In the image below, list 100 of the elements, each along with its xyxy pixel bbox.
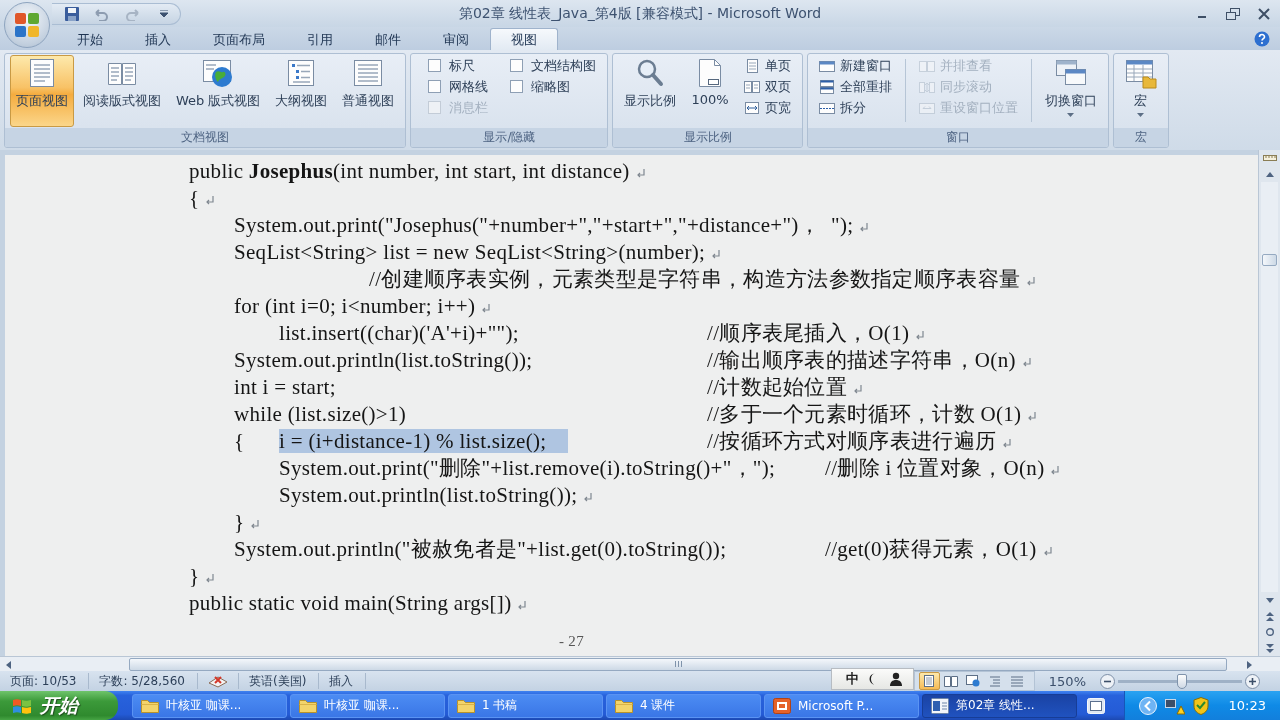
taskbar-item[interactable]: 1 书稿 <box>448 693 603 718</box>
down-arrow-icon[interactable] <box>1265 597 1274 603</box>
document-icon <box>931 697 949 714</box>
zoom-in-icon[interactable] <box>1245 673 1260 689</box>
person-icon[interactable] <box>888 672 903 686</box>
right-arrow-icon[interactable] <box>1247 661 1252 669</box>
group-label: 宏 <box>1113 128 1168 147</box>
book-x-icon[interactable] <box>208 674 228 688</box>
outline-icon <box>988 675 1003 687</box>
taskbar-item[interactable]: 叶核亚 咖课... <box>290 693 445 718</box>
taskbar-item[interactable]: 叶核亚 咖课... <box>132 693 287 718</box>
ribbon-button[interactable]: 单页 <box>739 55 795 76</box>
scroll-thumb[interactable] <box>129 657 1227 671</box>
ribbon-button[interactable]: 新建窗口 <box>814 55 896 76</box>
ribbon-tab[interactable]: 开始 <box>56 28 124 50</box>
paragraph-mark-icon <box>1027 412 1037 422</box>
code-text: System.out.print("Josephus("+number+","+start+","+distance+")， "); <box>234 213 854 237</box>
page-count[interactable]: 页面: 10/53 <box>0 673 90 689</box>
ribbon-button[interactable]: 切换窗口 <box>1038 55 1103 127</box>
folder-icon <box>299 698 317 713</box>
code-text: list.insert((char)('A'+i)+""); <box>279 321 519 345</box>
help-icon[interactable] <box>1254 30 1270 47</box>
double-up-arrow-icon[interactable] <box>1265 611 1274 621</box>
globe-page-icon <box>966 675 981 687</box>
code-text: SeqList<String> list = new SeqList<String>(number); <box>234 240 706 264</box>
paragraph-mark-icon <box>481 304 491 314</box>
ribbon-tab[interactable]: 视图 <box>490 28 558 50</box>
code-comment: //按循环方式对顺序表进行遍历 <box>707 429 997 453</box>
code-comment: //get(0)获得元素，O(1) <box>825 537 1037 561</box>
ribbon-tab[interactable]: 审阅 <box>422 28 490 50</box>
left-arrow-icon[interactable] <box>6 661 11 669</box>
folder-icon <box>457 698 475 713</box>
paragraph-mark-icon <box>859 223 869 233</box>
paragraph-mark-icon <box>517 601 527 611</box>
code-text: i = (i+distance-1) % list.size(); <box>279 429 569 453</box>
window-icon[interactable] <box>1087 697 1105 714</box>
ribbon-button[interactable]: 宏 <box>1118 55 1163 127</box>
scroll-thumb[interactable] <box>1262 254 1277 266</box>
save-icon[interactable] <box>64 5 80 22</box>
folder-icon <box>615 698 633 713</box>
zoom-out-icon[interactable] <box>1100 673 1115 689</box>
code-text: int i = start; <box>234 375 336 399</box>
close-icon[interactable] <box>1258 7 1270 20</box>
slides-icon <box>773 697 791 714</box>
word-count[interactable]: 字数: 5/28,560 <box>89 673 198 689</box>
table-folder-icon <box>1124 57 1157 89</box>
taskbar-item[interactable]: Microsoft P... <box>764 693 919 718</box>
insert-mode-indicator[interactable]: 插入 <box>319 673 367 689</box>
window-title: 第02章 线性表_Java_第4版 [兼容模式] - Microsoft Word <box>458 4 822 23</box>
code-text: public static void main(String args[]) <box>189 591 512 615</box>
page-width-icon <box>743 99 760 116</box>
view-button[interactable] <box>918 672 940 690</box>
ime-mode-button[interactable]: 中 <box>845 670 859 688</box>
paragraph-mark-icon <box>250 520 260 530</box>
ribbon-button[interactable]: 100% <box>685 55 735 127</box>
clock: 10:23 <box>1228 698 1266 713</box>
stacked-windows-icon <box>818 78 835 95</box>
start-button[interactable]: 开始 <box>0 691 118 720</box>
paragraph-mark-icon <box>1002 439 1012 449</box>
group-label: 文档视图 <box>5 128 406 147</box>
up-arrow-icon[interactable] <box>1265 171 1274 177</box>
ribbon-button[interactable]: Web 版式视图 <box>170 55 267 127</box>
grip-icon <box>674 661 682 667</box>
slider-thumb[interactable] <box>1177 673 1188 689</box>
ribbon-button[interactable]: 阅读版式视图 <box>77 55 167 127</box>
ruler-icon[interactable] <box>1262 153 1277 163</box>
ribbon-tab[interactable]: 插入 <box>124 28 192 50</box>
code-comment: //删除 i 位置对象，O(n) <box>825 456 1045 480</box>
restore-icon[interactable] <box>1226 7 1240 20</box>
page-number: - 27 <box>559 633 584 650</box>
ribbon-button[interactable]: 大纲视图 <box>269 55 334 127</box>
ribbon-button[interactable]: 显示比例 <box>618 55 683 127</box>
ribbon-button[interactable]: 拆分 <box>814 97 896 118</box>
language-indicator[interactable]: 英语(美国) <box>239 673 320 689</box>
caret-icon[interactable] <box>160 10 168 17</box>
ribbon-button[interactable]: 全部重排 <box>814 76 896 97</box>
ribbon-button[interactable]: 页宽 <box>739 97 795 118</box>
zoom-level[interactable]: 150% <box>1034 673 1100 689</box>
code-text: public Josephus(int number, int start, int distance) <box>189 159 630 183</box>
code-text: } <box>234 510 245 534</box>
paragraph-mark-icon <box>711 250 721 260</box>
paragraph-mark-icon <box>1026 277 1036 287</box>
chevron-icon[interactable] <box>1138 696 1157 715</box>
code-comment: //创建顺序表实例，元素类型是字符串，构造方法参数指定顺序表容量 <box>369 267 1021 291</box>
ribbon-tab[interactable]: 邮件 <box>354 28 422 50</box>
folder-icon <box>141 698 159 713</box>
circle-icon[interactable] <box>1265 628 1274 636</box>
double-down-arrow-icon[interactable] <box>1265 643 1274 653</box>
taskbar-item[interactable]: 4 课件 <box>606 693 761 718</box>
paragraph-mark-icon <box>205 574 215 584</box>
paragraph-mark-icon <box>583 493 593 503</box>
group-label: 显示比例 <box>613 128 802 147</box>
code-text: } <box>189 564 200 588</box>
ribbon-button[interactable]: 普通视图 <box>336 55 401 127</box>
ribbon-tab[interactable]: 引用 <box>286 28 354 50</box>
paragraph-mark-icon <box>1021 358 1031 368</box>
ribbon-tab[interactable]: 页面布局 <box>192 28 286 50</box>
taskbar-item[interactable]: 第02章 线性... <box>922 693 1077 718</box>
ribbon-button[interactable]: 双页 <box>739 76 795 97</box>
ribbon-button[interactable]: 页面视图 <box>10 55 74 127</box>
